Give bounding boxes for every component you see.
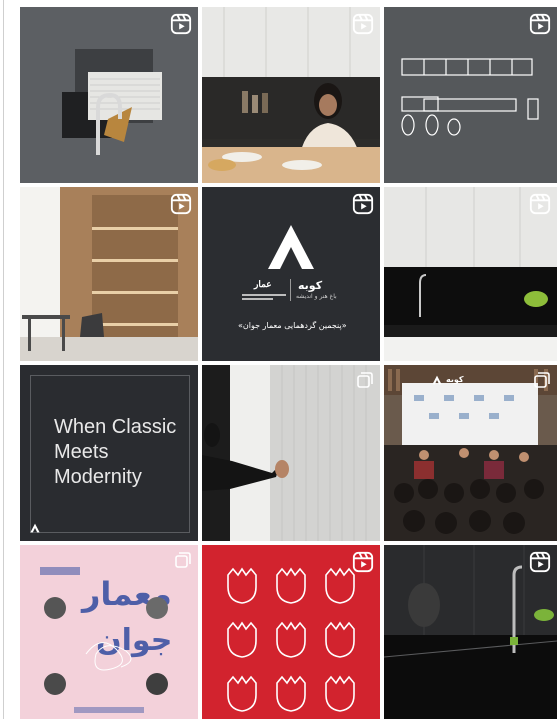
post-tile-dark-sink[interactable] <box>384 545 557 719</box>
reels-icon <box>352 13 374 35</box>
a-logo-icon <box>30 523 40 533</box>
speaker-avatar <box>44 673 66 695</box>
partner-tagline <box>242 293 286 301</box>
post-tile-classic-modernity[interactable]: When Classic Meets Modernity <box>20 365 198 541</box>
hand-panel-image <box>202 365 380 541</box>
speaker-avatar <box>146 597 168 619</box>
carousel-icon <box>175 552 191 568</box>
scribble-graphic <box>85 642 132 671</box>
post-tile-hand-panel[interactable] <box>202 365 380 541</box>
headline-line-1: When Classic <box>54 416 177 438</box>
brand-divider <box>290 279 291 301</box>
reels-icon <box>529 13 551 35</box>
headline: When Classic Meets Modernity <box>54 415 176 490</box>
post-tile-kitchen-woman[interactable] <box>202 7 380 183</box>
reels-icon <box>529 193 551 215</box>
headline-line-3: Modernity <box>54 466 142 488</box>
event-banner-fa: کوبه <box>446 375 464 384</box>
brand-tagline-fa: باغ هنر و اندیشه <box>296 293 337 300</box>
carousel-icon <box>534 372 550 388</box>
poster-footer-bar <box>74 707 144 713</box>
post-tile-event-logo[interactable]: کوبه باغ هنر و اندیشه عمار «پنجمین گردهم… <box>202 187 380 361</box>
post-tile-young-architect-poster[interactable]: معمار جوان <box>20 545 198 719</box>
speaker-avatar <box>146 673 168 695</box>
reels-icon <box>529 551 551 573</box>
a-logo-icon <box>268 225 314 269</box>
a-logo-icon <box>432 375 442 385</box>
event-caption-fa: «پنجمین گردهمایی معمار جوان» <box>238 321 347 330</box>
post-tile-material-board[interactable] <box>20 7 198 183</box>
post-tile-panel-event[interactable]: کوبه <box>384 365 557 541</box>
partner-logo: عمار <box>254 279 272 289</box>
reels-icon <box>352 551 374 573</box>
post-tile-black-counter[interactable] <box>384 187 557 361</box>
post-tile-shelving-room[interactable] <box>20 187 198 361</box>
post-tile-red-pattern[interactable] <box>202 545 380 719</box>
panel-event-image <box>384 365 557 541</box>
reels-icon <box>170 13 192 35</box>
reels-icon <box>170 193 192 215</box>
speaker-avatar <box>44 597 66 619</box>
poster-header-bar <box>40 567 80 575</box>
post-grid: کوبه باغ هنر و اندیشه عمار «پنجمین گردهم… <box>20 7 557 719</box>
scroll-edge <box>0 0 6 719</box>
post-tile-plan-drawing[interactable] <box>384 7 557 183</box>
brand-name-fa: کوبه <box>298 279 323 292</box>
reels-icon <box>352 193 374 215</box>
headline-line-2: Meets <box>54 441 109 463</box>
carousel-icon <box>357 372 373 388</box>
